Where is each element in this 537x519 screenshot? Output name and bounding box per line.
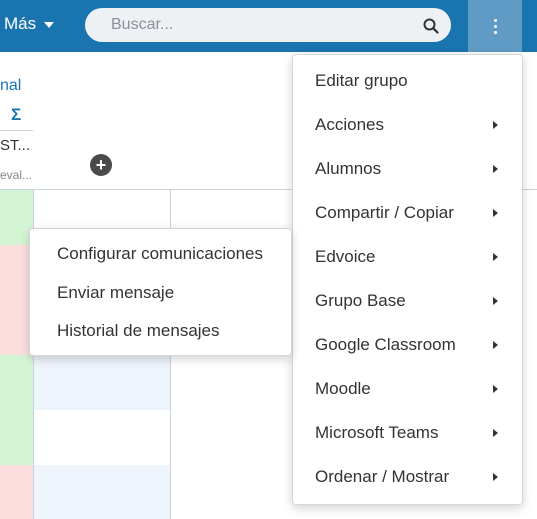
caret-right-icon [493, 121, 498, 129]
menu-item-edvoice[interactable]: Edvoice [293, 235, 522, 279]
menu-item-microsoft-teams[interactable]: Microsoft Teams [293, 411, 522, 455]
menu-item-ordenar-mostrar[interactable]: Ordenar / Mostrar [293, 455, 522, 499]
mas-label: Más [4, 14, 37, 33]
sum-icon[interactable]: Σ [11, 105, 21, 125]
search-icon[interactable] [423, 18, 439, 34]
caret-right-icon [493, 297, 498, 305]
more-options-button[interactable] [468, 0, 522, 52]
caret-down-icon [44, 22, 55, 28]
column-evaluation: eval... [0, 168, 33, 182]
top-navbar: Más [0, 0, 537, 52]
caret-right-icon [493, 385, 498, 393]
menu-item-label: Microsoft Teams [315, 423, 439, 442]
menu-item-google-classroom[interactable]: Google Classroom [293, 323, 522, 367]
grade-cell[interactable] [0, 465, 33, 519]
menu-item-label: Alumnos [315, 159, 382, 178]
add-column-icon[interactable]: + [90, 154, 112, 176]
menu-item-label: Ordenar / Mostrar [315, 467, 450, 486]
submenu-item-label: Historial de mensajes [57, 321, 220, 341]
menu-item-alumnos[interactable]: Alumnos [293, 147, 522, 191]
submenu-item-configurar-comunicaciones[interactable]: Configurar comunicaciones [30, 235, 291, 274]
caret-right-icon [493, 429, 498, 437]
column-header-link[interactable]: nal [0, 77, 21, 95]
search-input[interactable] [85, 8, 451, 42]
kebab-vertical-icon [493, 18, 497, 34]
grade-cell[interactable] [34, 355, 170, 410]
group-options-menu: Editar grupo Acciones Alumnos Compartir … [292, 54, 523, 505]
messages-submenu: Configurar comunicaciones Enviar mensaje… [29, 228, 292, 356]
menu-item-label: Compartir / Copiar [315, 203, 454, 222]
caret-right-icon [493, 473, 498, 481]
grade-cell[interactable] [34, 465, 170, 519]
menu-item-moodle[interactable]: Moodle [293, 367, 522, 411]
caret-right-icon [493, 341, 498, 349]
submenu-item-label: Enviar mensaje [57, 282, 175, 302]
menu-item-label: Grupo Base [315, 291, 406, 310]
grade-cell[interactable] [0, 355, 33, 410]
submenu-item-historial-mensajes[interactable]: Historial de mensajes [30, 312, 291, 351]
menu-item-editar-grupo[interactable]: Editar grupo [293, 59, 522, 103]
menu-item-label: Google Classroom [315, 335, 456, 354]
menu-item-acciones[interactable]: Acciones [293, 103, 522, 147]
mas-dropdown-toggle[interactable]: Más [4, 14, 55, 34]
caret-right-icon [493, 209, 498, 217]
column-abbreviation: ST... [0, 137, 31, 154]
search-box [85, 8, 451, 42]
menu-item-label: Editar grupo [315, 71, 408, 90]
grade-cell[interactable] [34, 410, 170, 465]
menu-item-grupo-base[interactable]: Grupo Base [293, 279, 522, 323]
menu-item-label: Edvoice [315, 247, 376, 266]
submenu-item-enviar-mensaje[interactable]: Enviar mensaje [30, 274, 291, 313]
caret-right-icon [493, 165, 498, 173]
submenu-item-label: Configurar comunicaciones [57, 244, 263, 264]
caret-right-icon [493, 253, 498, 261]
menu-item-label: Moodle [315, 379, 371, 398]
grade-cell[interactable] [0, 410, 33, 465]
menu-item-compartir-copiar[interactable]: Compartir / Copiar [293, 191, 522, 235]
header-divider [0, 130, 33, 131]
menu-item-label: Acciones [315, 115, 384, 134]
